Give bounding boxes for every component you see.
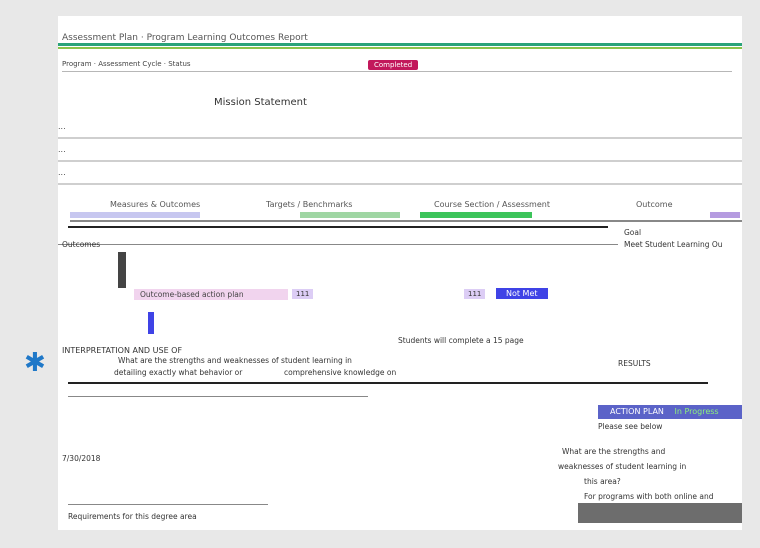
- not-met-status[interactable]: Not Met: [496, 288, 548, 299]
- meet-outcomes-label: Meet Student Learning Ou: [624, 240, 723, 249]
- measure-count-badge: 111: [292, 289, 314, 299]
- mission-statement-text: ... ... ...: [58, 116, 742, 185]
- online-programs-text: For programs with both online and: [584, 492, 714, 501]
- column-header-targets[interactable]: Targets / Benchmarks: [266, 200, 352, 209]
- row-divider: [68, 382, 708, 384]
- outcomes-label: Outcomes: [62, 240, 101, 249]
- footer-text: Requirements for this degree area: [68, 512, 197, 521]
- column-color-bar: [300, 212, 400, 218]
- mission-line: ...: [58, 116, 742, 139]
- interpretation-question: What are the strengths and weaknesses of…: [118, 356, 352, 365]
- header-divider-lightgreen: [58, 47, 742, 49]
- this-area-text: this area?: [584, 477, 621, 486]
- marker: [148, 312, 154, 334]
- interpretation-detail: detailing exactly what behavior or: [114, 368, 243, 377]
- row-divider: [68, 396, 368, 397]
- row-divider: [58, 244, 618, 245]
- row-divider: [68, 226, 608, 228]
- report-date: 7/30/2018: [62, 454, 101, 463]
- please-see-below: Please see below: [598, 422, 663, 431]
- in-progress-status: In Progress: [674, 407, 719, 416]
- mission-line: ...: [58, 139, 742, 162]
- target-count-badge: 111: [464, 289, 486, 299]
- strengths-question: What are the strengths and: [562, 447, 666, 456]
- asterisk-icon: ✱: [24, 348, 46, 378]
- action-plan-bar[interactable]: ACTION PLAN In Progress: [598, 405, 742, 419]
- column-header-course-section[interactable]: Course Section / Assessment: [434, 200, 550, 209]
- column-color-bar: [710, 212, 740, 218]
- report-title: Assessment Plan · Program Learning Outco…: [62, 33, 308, 43]
- mission-line: ...: [58, 162, 742, 185]
- action-plan-label: ACTION PLAN: [610, 407, 664, 416]
- column-color-bar: [420, 212, 532, 218]
- header-divider-green: [58, 43, 742, 46]
- interpretation-heading: INTERPRETATION AND USE OF: [62, 346, 183, 355]
- footer-block: [578, 503, 742, 523]
- outcome-action-plan-chip[interactable]: Outcome-based action plan: [134, 289, 288, 300]
- report-page: Assessment Plan · Program Learning Outco…: [58, 16, 742, 530]
- results-label: RESULTS: [618, 359, 651, 368]
- completed-status-badge[interactable]: Completed: [368, 60, 419, 70]
- interpretation-knowledge: comprehensive knowledge on: [284, 368, 397, 377]
- outcomes-table-header: Measures & Outcomes Targets / Benchmarks…: [70, 198, 742, 222]
- weaknesses-question: weaknesses of student learning in: [558, 462, 687, 471]
- column-header-measures[interactable]: Measures & Outcomes: [110, 200, 200, 209]
- mission-statement-heading: Mission Statement: [214, 97, 307, 108]
- vertical-rule: [118, 252, 126, 288]
- students-text: Students will complete a 15 page: [398, 336, 524, 345]
- goal-label: Goal: [624, 228, 642, 237]
- column-color-bar: [70, 212, 200, 218]
- row-divider: [68, 504, 268, 505]
- column-header-outcome[interactable]: Outcome: [636, 200, 673, 209]
